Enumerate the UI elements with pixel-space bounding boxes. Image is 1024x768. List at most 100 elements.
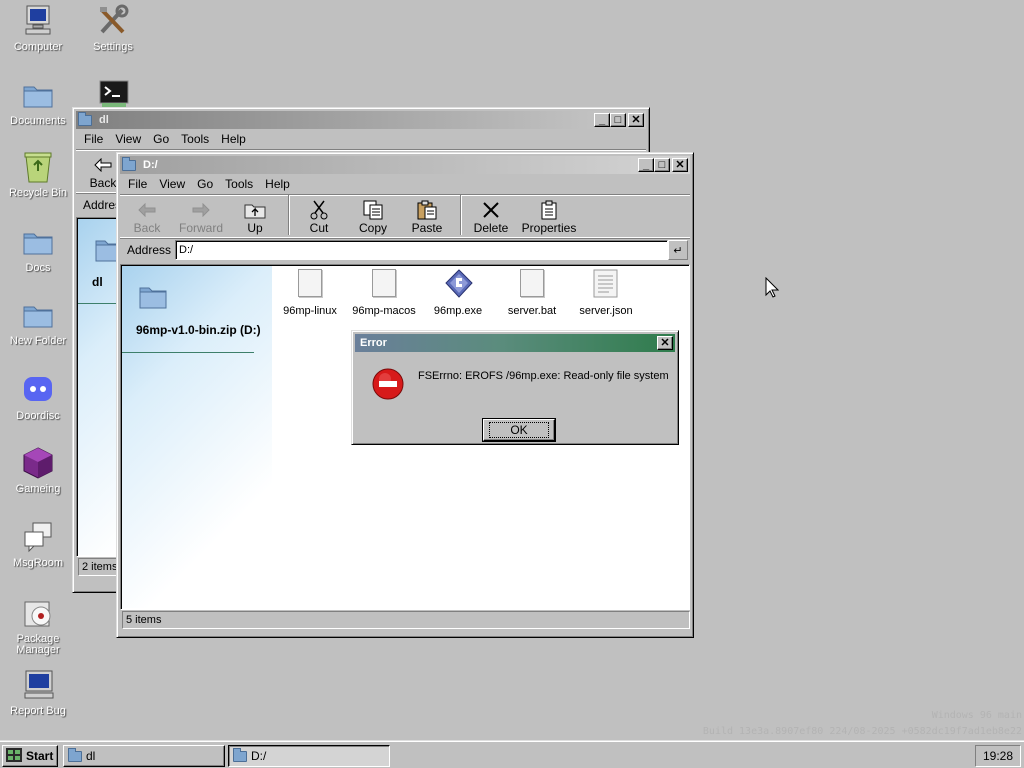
minimize-button[interactable]: _	[638, 158, 654, 172]
taskbar-item-dl[interactable]: dl	[63, 745, 225, 767]
menu-tools[interactable]: Tools	[219, 177, 259, 191]
desktop-icon-label: Gameing	[15, 483, 61, 495]
build-watermark: Windows 96 main	[931, 710, 1022, 721]
desktop-icon-report-bug[interactable]: Report Bug	[0, 668, 76, 717]
delete-button[interactable]: Delete	[464, 199, 518, 235]
file-name: 96mp-macos	[352, 305, 416, 317]
cut-label: Cut	[309, 221, 329, 235]
folder-icon	[138, 282, 168, 313]
back-label: Back	[133, 221, 161, 235]
menu-tools[interactable]: Tools	[175, 132, 215, 146]
desktop-icon-docs[interactable]: Docs	[0, 225, 76, 274]
error-message: FSErrno: EROFS /96mp.exe: Read-only file…	[418, 370, 669, 382]
desktop-icon-documents[interactable]: Documents	[0, 78, 76, 127]
file-icon	[371, 269, 397, 299]
ok-button[interactable]: OK	[483, 419, 555, 441]
folder-icon	[233, 747, 247, 762]
file-icon	[519, 269, 545, 299]
desktop-icon-package-manager[interactable]: Package Manager	[0, 596, 76, 656]
minimize-button[interactable]: _	[594, 113, 610, 127]
desktop-icon-label: MsgRoom	[12, 557, 64, 569]
recycle-bin-icon	[21, 150, 55, 184]
up-label: Up	[247, 221, 263, 235]
paste-icon	[400, 199, 454, 221]
window-titlebar[interactable]: dl _ □ ✕	[76, 111, 646, 129]
properties-button[interactable]: Properties	[518, 199, 580, 235]
desktop-icon-label: Docs	[25, 262, 51, 274]
dialog-titlebar[interactable]: Error ✕	[355, 334, 675, 352]
maximize-button[interactable]: □	[610, 113, 626, 127]
close-button[interactable]: ✕	[628, 113, 644, 127]
file-name: server.bat	[507, 305, 557, 317]
error-stop-icon	[372, 368, 404, 403]
paste-button[interactable]: Paste	[400, 199, 454, 235]
desktop-icon-label: Package Manager	[16, 633, 60, 656]
address-bar: Address D:/ ↵	[120, 238, 690, 262]
properties-icon	[518, 199, 580, 221]
file-item[interactable]: 96mp-macos	[347, 269, 421, 317]
file-item[interactable]: 96mp.exe	[421, 269, 495, 317]
panel-divider	[122, 352, 254, 353]
address-input[interactable]: D:/	[175, 240, 668, 260]
toolbar-separator	[460, 195, 462, 235]
folder-up-icon	[228, 199, 282, 221]
menu-bar: File View Go Tools Help	[120, 174, 690, 194]
settings-icon	[96, 4, 130, 38]
up-button[interactable]: Up	[228, 199, 282, 235]
menu-go[interactable]: Go	[147, 132, 175, 146]
mouse-cursor-icon	[765, 276, 780, 302]
scissors-icon	[292, 199, 346, 221]
toolbar: Back Forward Up Cut Copy Paste Delete Pr…	[120, 194, 690, 238]
error-dialog[interactable]: Error ✕ FSErrno: EROFS /96mp.exe: Read-o…	[351, 330, 679, 445]
start-button[interactable]: Start	[2, 745, 58, 767]
taskbar-item-d-drive[interactable]: D:/	[228, 745, 390, 767]
discord-icon	[21, 373, 55, 407]
desktop-icon-new-folder[interactable]: New Folder	[0, 298, 76, 347]
menu-file[interactable]: File	[78, 132, 109, 146]
computer-icon	[21, 4, 55, 38]
desktop-icon-label: Recycle Bin	[8, 187, 68, 199]
menu-view[interactable]: View	[153, 177, 191, 191]
close-button[interactable]: ✕	[657, 336, 673, 350]
copy-icon	[346, 199, 400, 221]
back-label: Back	[89, 176, 117, 190]
file-item[interactable]: server.bat	[495, 269, 569, 317]
desktop-icon-computer[interactable]: Computer	[0, 4, 76, 53]
menu-help[interactable]: Help	[259, 177, 296, 191]
clock[interactable]: 19:28	[975, 745, 1021, 767]
file-item[interactable]: server.json	[569, 269, 643, 317]
desktop-icon-settings[interactable]: Settings	[75, 4, 151, 53]
file-item[interactable]: 96mp-linux	[273, 269, 347, 317]
menu-view[interactable]: View	[109, 132, 147, 146]
desktop-icon-label: New Folder	[9, 335, 67, 347]
menu-go[interactable]: Go	[191, 177, 219, 191]
maximize-button[interactable]: □	[654, 158, 670, 172]
file-name: 96mp-linux	[283, 305, 337, 317]
menu-help[interactable]: Help	[215, 132, 252, 146]
back-arrow-icon	[120, 199, 174, 221]
dialog-body: FSErrno: EROFS /96mp.exe: Read-only file…	[355, 352, 675, 449]
forward-arrow-icon	[174, 199, 228, 221]
cut-button[interactable]: Cut	[292, 199, 346, 235]
desktop-icon-doordisc[interactable]: Doordisc	[0, 373, 76, 422]
file-name: server.json	[579, 305, 633, 317]
chat-icon	[21, 520, 55, 554]
exe-icon	[445, 269, 473, 299]
address-label: Address	[127, 243, 172, 257]
go-arrow-icon[interactable]: ↵	[668, 240, 688, 260]
forward-button[interactable]: Forward	[174, 199, 228, 235]
desktop-icon-msgroom[interactable]: MsgRoom	[0, 520, 76, 569]
taskbar: Start dl D:/ 19:28	[0, 740, 1024, 768]
back-button[interactable]: Back	[120, 199, 174, 235]
desktop-icon-recycle-bin[interactable]: Recycle Bin	[0, 150, 76, 199]
dialog-title: Error	[360, 337, 387, 349]
start-logo-icon	[6, 747, 22, 765]
taskbar-item-label: D:/	[251, 749, 267, 763]
close-button[interactable]: ✕	[672, 158, 688, 172]
menu-file[interactable]: File	[122, 177, 153, 191]
window-titlebar[interactable]: D:/ _ □ ✕	[120, 156, 690, 174]
copy-button[interactable]: Copy	[346, 199, 400, 235]
file-name: 96mp.exe	[433, 305, 483, 317]
toolbar-separator	[288, 195, 290, 235]
desktop-icon-gameing[interactable]: Gameing	[0, 446, 76, 495]
